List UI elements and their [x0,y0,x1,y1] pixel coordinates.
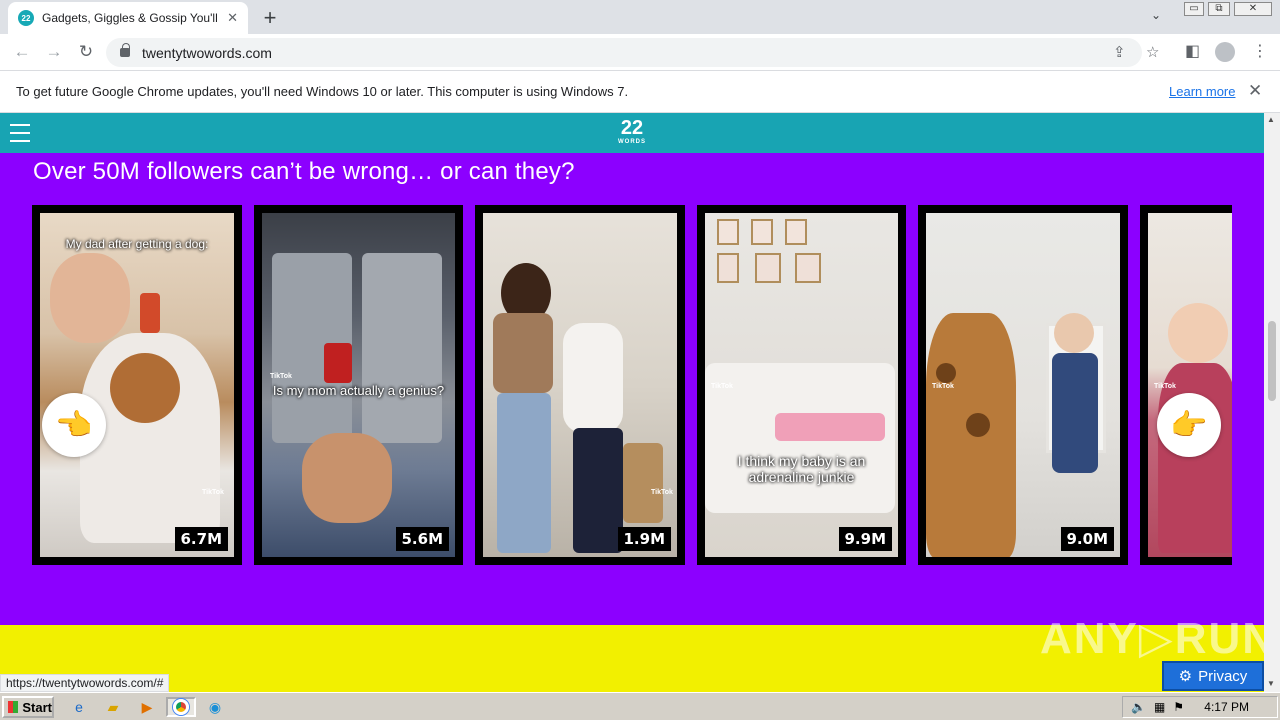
view-count: 6.7M [174,527,228,551]
tiktok-watermark: TikTok [651,489,673,496]
tiktok-watermark: TikTok [202,489,224,496]
view-count: 9.9M [838,527,892,551]
clock[interactable]: 4:17 PM [1204,700,1249,714]
pointing-hand-icon: 👉 [1170,408,1208,442]
view-count: 5.6M [395,527,449,551]
logo-number: 22 [620,117,644,139]
view-count: 9.0M [1060,527,1114,551]
browser-tab-active[interactable]: 22 Gadgets, Giggles & Gossip You'll Love… [8,2,248,34]
tiktok-watermark: TikTok [711,383,733,390]
bookmark-star-icon[interactable]: ☆ [1146,43,1159,61]
video-card[interactable]: TikTok 1.9M [475,205,685,565]
privacy-label: Privacy [1198,667,1248,685]
restore-button[interactable]: ⧉ [1208,2,1230,16]
network-icon[interactable]: ▦ [1154,700,1165,714]
scrollbar-thumb[interactable] [1268,321,1276,401]
new-tab-button[interactable]: + [258,5,282,31]
scroll-down-icon[interactable]: ▼ [1267,679,1275,688]
video-carousel-section: Over 50M followers can’t be wrong… or ca… [0,153,1264,625]
carousel-next-button[interactable]: 👉 [1157,393,1221,457]
infobar-message: To get future Google Chrome updates, you… [16,84,629,99]
video-caption: My dad after getting a dog: [65,237,209,251]
hamburger-menu-icon[interactable] [10,124,30,148]
view-count: 1.9M [617,527,671,551]
chrome-taskbar-icon[interactable] [166,697,196,717]
browser-toolbar: ← → ↻ twentytwowords.com ⇪ ☆ ◧ ⋮ [0,34,1280,71]
anyrun-watermark: ANY▷RUN [1040,614,1277,663]
video-thumbnail: TikTok [1148,213,1232,557]
video-thumbnail: Is my mom actually a genius? TikTok [262,213,455,557]
minimize-button[interactable]: ▭ [1184,2,1204,16]
volume-icon[interactable]: 🔈 [1131,700,1146,714]
forward-arrow-icon[interactable]: → [44,42,64,62]
back-arrow-icon[interactable]: ← [12,42,32,62]
video-caption: Is my mom actually a genius? [272,383,445,398]
video-thumbnail: My dad after getting a dog: TikTok [40,213,234,557]
video-card[interactable]: Is my mom actually a genius? TikTok 5.6M [254,205,463,565]
tab-title: Gadgets, Giggles & Gossip You'll Love [42,11,220,25]
site-favicon-icon: 22 [18,10,34,26]
scroll-up-icon[interactable]: ▲ [1267,115,1275,124]
vertical-scrollbar[interactable]: ▲ ▼ [1264,113,1280,692]
site-header: 22 WORDS [0,113,1264,153]
address-bar[interactable]: twentytwowords.com [106,38,1142,67]
folder-icon[interactable]: ▰ [102,697,124,717]
profile-avatar[interactable] [1215,42,1235,62]
section-title: Over 50M followers can’t be wrong… or ca… [33,158,575,185]
video-caption: I think my baby is an adrenaline junkie [737,453,866,485]
menu-kebab-icon[interactable]: ⋮ [1252,41,1268,61]
address-url: twentytwowords.com [142,44,272,61]
carousel-prev-button[interactable]: 👈 [42,393,106,457]
video-card[interactable]: My dad after getting a dog: TikTok 6.7M [32,205,242,565]
video-card[interactable]: I think my baby is an adrenaline junkie … [697,205,906,565]
share-icon[interactable]: ⇪ [1113,43,1126,61]
tab-strip: 22 Gadgets, Giggles & Gossip You'll Love… [0,0,1280,34]
system-tray: 🔈 ▦ ⚑ 4:17 PM [1122,696,1278,718]
infobar-close-icon[interactable]: ✕ [1248,81,1262,101]
tab-close-icon[interactable]: ✕ [227,10,238,26]
edge-icon[interactable]: ◉ [204,697,226,717]
lock-icon [120,43,130,57]
pointing-hand-icon: 👈 [55,408,93,442]
action-center-flag-icon[interactable]: ⚑ [1173,700,1184,714]
video-thumbnail: TikTok [926,213,1120,557]
start-button[interactable]: Start [2,696,54,718]
side-panel-icon[interactable]: ◧ [1185,41,1200,61]
learn-more-link[interactable]: Learn more [1169,84,1235,99]
close-window-button[interactable]: ✕ [1234,2,1272,16]
windows-flag-icon [8,701,19,713]
reload-icon[interactable]: ↻ [76,42,96,62]
tab-search-chevron-icon[interactable]: ⌄ [1151,8,1161,22]
site-logo[interactable]: 22 WORDS [612,117,652,146]
video-thumbnail: I think my baby is an adrenaline junkie … [705,213,898,557]
internet-explorer-icon[interactable]: e [68,697,90,717]
logo-word: WORDS [618,139,646,145]
tiktok-watermark: TikTok [932,383,954,390]
page-viewport: 22 WORDS Over 50M followers can’t be wro… [0,113,1280,692]
status-bar-url: https://twentytwowords.com/# [0,674,170,692]
windows-taskbar: Start e ▰ ▶ ◉ 🔈 ▦ ⚑ 4:17 PM [0,692,1280,720]
video-thumbnail: TikTok [483,213,677,557]
start-label: Start [22,699,52,715]
video-card[interactable]: TikTok 9.0M [918,205,1128,565]
tiktok-watermark: TikTok [270,373,292,380]
privacy-button[interactable]: ⚙ Privacy [1162,661,1264,691]
update-infobar: To get future Google Chrome updates, you… [0,71,1280,113]
tiktok-watermark: TikTok [1154,383,1176,390]
gear-icon: ⚙ [1178,668,1193,685]
media-player-icon[interactable]: ▶ [136,697,158,717]
video-card[interactable]: TikTok [1140,205,1232,565]
